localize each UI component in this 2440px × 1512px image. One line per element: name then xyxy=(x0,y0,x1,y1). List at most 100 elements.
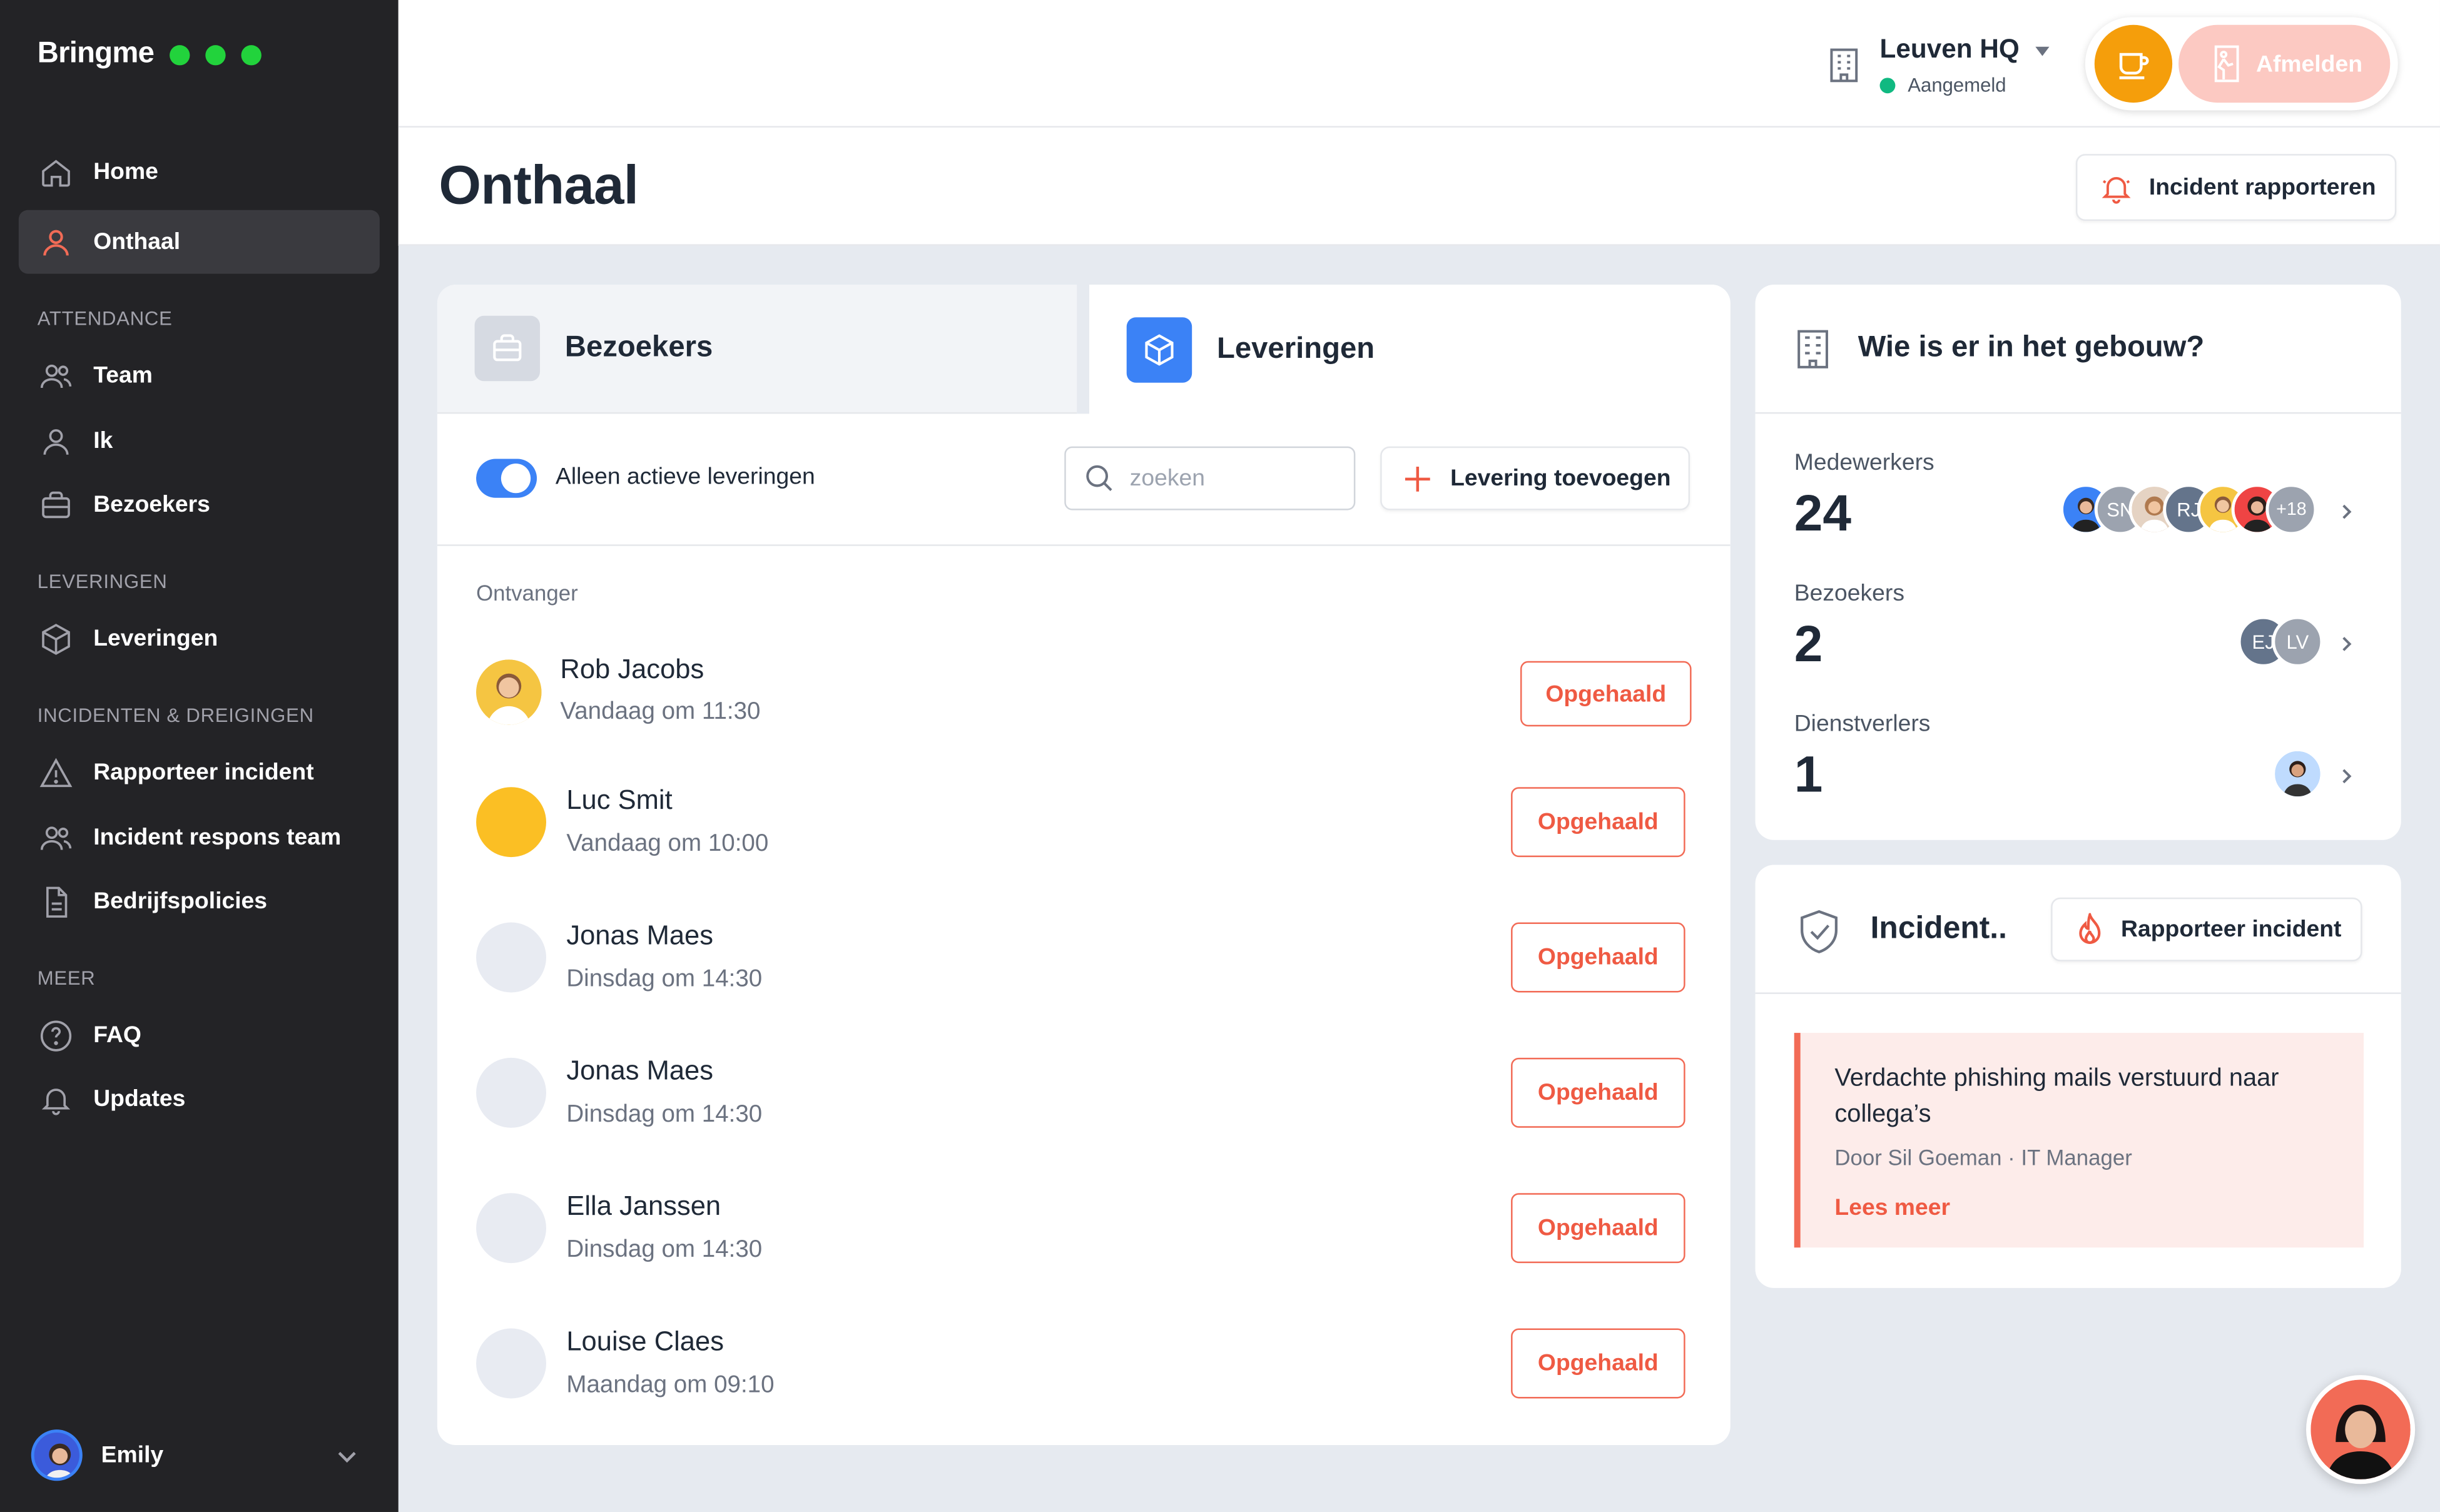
brand-name: Bringme xyxy=(37,37,155,70)
rapporteer-incident-button[interactable]: Rapporteer incident xyxy=(2051,897,2362,961)
incident-alert[interactable]: Verdachte phishing mails verstuurd naar … xyxy=(1794,1033,2364,1248)
search-input[interactable] xyxy=(1129,465,1333,492)
chevron-down-icon[interactable] xyxy=(336,1445,358,1467)
plus-icon xyxy=(1403,464,1431,492)
stat-value: 24 xyxy=(1794,484,1852,542)
sidebar-item-bezoekers[interactable]: Bezoekers xyxy=(19,473,380,537)
tab-bezoekers[interactable]: Bezoekers xyxy=(437,285,1077,414)
brand-logo[interactable]: Bringme xyxy=(38,38,262,72)
tab-separator xyxy=(1077,285,1090,414)
sidebar-item-rapporteer-incident[interactable]: Rapporteer incident xyxy=(19,741,380,804)
avatar xyxy=(476,1193,547,1264)
read-more-link[interactable]: Lees meer xyxy=(1834,1195,1950,1221)
sidebar-item-team[interactable]: Team xyxy=(19,344,380,408)
bell-icon xyxy=(38,1080,75,1118)
briefcase-icon xyxy=(474,315,541,382)
top-bar: Leuven HQ Aangemeld Afmelden xyxy=(398,0,2440,128)
sidebar-item-updates[interactable]: Updates xyxy=(19,1067,380,1131)
sidebar-item-label: Updates xyxy=(93,1085,186,1112)
sidebar-item-leveringen[interactable]: Leveringen xyxy=(19,607,380,671)
document-icon xyxy=(38,883,75,920)
nav-section-title: MEER xyxy=(37,967,96,990)
sidebar-item-ik[interactable]: Ik xyxy=(19,409,380,473)
service-providers-avatars[interactable] xyxy=(2272,748,2328,804)
tab-label: Bezoekers xyxy=(564,331,713,364)
bell-alert-icon xyxy=(2099,170,2133,205)
sidebar-item-label: Home xyxy=(93,158,158,185)
presence-actions: Afmelden xyxy=(2085,17,2398,111)
report-incident-button[interactable]: Incident rapporteren xyxy=(2075,154,2397,221)
picked-up-button[interactable]: Opgehaald xyxy=(1511,787,1685,858)
status-dot xyxy=(1879,78,1896,94)
sidebar-item-label: Incident respons team xyxy=(93,824,342,851)
employees-avatars[interactable]: SN RJ +18 xyxy=(2060,484,2371,540)
visitors-avatars[interactable]: EJ LV xyxy=(2237,616,2347,672)
picked-up-button[interactable]: Opgehaald xyxy=(1511,1193,1685,1264)
add-delivery-button[interactable]: Levering toevoegen xyxy=(1380,446,1690,510)
sidebar-item-incident-respons-team[interactable]: Incident respons team xyxy=(19,806,380,870)
coffee-icon xyxy=(2115,45,2152,83)
picked-up-button[interactable]: Opgehaald xyxy=(1511,1328,1685,1399)
sidebar-item-bedrijfspolicies[interactable]: Bedrijfspolicies xyxy=(19,870,380,933)
location-name: Leuven HQ xyxy=(1879,34,2020,64)
caret-down-icon xyxy=(2036,46,2050,56)
tab-leveringen[interactable]: Leveringen xyxy=(1089,285,1731,414)
card-title: Wie is er in het gebouw? xyxy=(1858,331,2205,364)
stat-value: 1 xyxy=(1794,745,1823,803)
break-button[interactable] xyxy=(2094,24,2173,103)
table-row: Rob Jacobs Vandaag om 11:30 Opgehaald xyxy=(476,653,1692,731)
sidebar-item-label: Team xyxy=(93,362,153,389)
sidebar-item-label: Rapporteer incident xyxy=(93,759,314,786)
delivery-time: Vandaag om 10:00 xyxy=(566,830,769,858)
location-selector[interactable]: Leuven HQ xyxy=(1880,34,2050,66)
divider xyxy=(437,544,1731,546)
delivery-time: Vandaag om 11:30 xyxy=(560,698,761,725)
home-icon xyxy=(38,153,75,191)
sidebar-item-label: Bezoekers xyxy=(93,491,210,519)
users-icon xyxy=(38,357,75,395)
avatar xyxy=(2272,748,2324,800)
avatar xyxy=(476,787,547,858)
recipient-name: Ella Janssen xyxy=(566,1190,721,1221)
box-icon xyxy=(38,620,75,657)
chevron-right-icon[interactable] xyxy=(2337,502,2356,521)
presence-status: Aangemeld xyxy=(1879,74,2006,96)
picked-up-button[interactable]: Opgehaald xyxy=(1511,1057,1685,1128)
sidebar-item-onthaal[interactable]: Onthaal xyxy=(18,210,380,274)
sidebar-item-label: Ik xyxy=(93,427,113,455)
logout-button[interactable]: Afmelden xyxy=(2178,24,2391,103)
stat-label: Dienstverlers xyxy=(1794,711,1931,738)
chevron-right-icon[interactable] xyxy=(2337,635,2356,654)
avatar xyxy=(476,659,542,725)
table-row: Luc Smit Vandaag om 10:00 Opgehaald xyxy=(476,784,1692,861)
table-row: Jonas Maes Dinsdag om 14:30 Opgehaald xyxy=(476,920,1692,997)
page-title: Onthaal xyxy=(439,155,639,216)
tab-label: Leveringen xyxy=(1216,332,1375,365)
avatar-overflow-count: +18 xyxy=(2265,484,2317,535)
picked-up-button[interactable]: Opgehaald xyxy=(1511,922,1685,993)
card-title: Incident.. xyxy=(1870,911,2007,946)
sidebar: Bringme Home Onthaal ATTENDANCE Team Ik … xyxy=(0,0,399,1512)
user-icon xyxy=(38,422,75,460)
button-label: Levering toevoegen xyxy=(1450,465,1671,492)
delivery-time: Dinsdag om 14:30 xyxy=(566,966,763,993)
table-row: Louise Claes Maandag om 09:10 Opgehaald xyxy=(476,1326,1692,1403)
deliveries-card: Bezoekers Leveringen Alleen actieve leve… xyxy=(437,285,1731,1446)
recipient-name: Jonas Maes xyxy=(566,1054,714,1086)
picked-up-button[interactable]: Opgehaald xyxy=(1520,661,1692,727)
building-icon xyxy=(1827,47,1861,84)
chevron-right-icon[interactable] xyxy=(2337,767,2356,786)
sidebar-item-label: FAQ xyxy=(93,1022,141,1048)
search-icon xyxy=(1085,464,1114,493)
delivery-time: Dinsdag om 14:30 xyxy=(566,1236,763,1264)
sidebar-item-home[interactable]: Home xyxy=(19,140,380,204)
briefcase-icon xyxy=(38,486,75,524)
sidebar-item-faq[interactable]: FAQ xyxy=(19,1003,380,1067)
recipient-name: Louise Claes xyxy=(566,1325,724,1357)
active-only-toggle[interactable] xyxy=(476,459,537,498)
assistant-avatar-button[interactable] xyxy=(2306,1375,2416,1484)
incidents-card: Incident.. Rapporteer incident Verdachte… xyxy=(1755,865,2401,1288)
user-menu[interactable]: Emily xyxy=(31,1428,374,1481)
search-field[interactable] xyxy=(1064,446,1356,510)
user-name: Emily xyxy=(101,1441,164,1468)
